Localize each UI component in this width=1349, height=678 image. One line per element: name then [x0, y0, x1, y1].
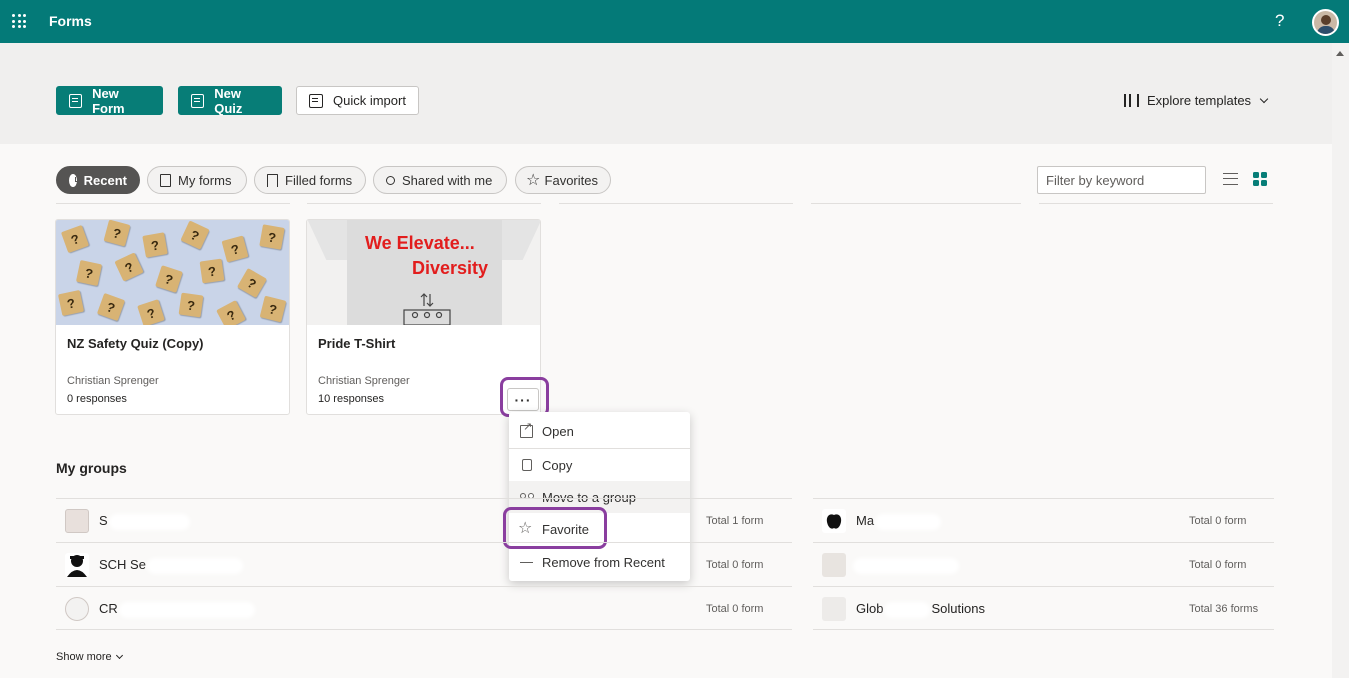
hero-bar: New Form New Quiz Quick import Explore t…	[0, 43, 1332, 144]
group-name: Glob Solutions	[856, 601, 985, 616]
show-more-button[interactable]: Show more	[56, 651, 123, 663]
group-row[interactable]: SCH Se Total 0 form	[56, 542, 792, 586]
group-avatar	[822, 509, 846, 533]
group-name: CR	[99, 601, 252, 616]
more-options-button[interactable]: ···	[507, 388, 539, 411]
group-total: Total 0 form	[706, 603, 764, 615]
group-total: Total 0 form	[706, 559, 764, 571]
tab-shared-with-me[interactable]: Shared with me	[373, 166, 507, 194]
group-name: SCH Se	[99, 557, 240, 572]
divider	[811, 203, 1021, 204]
bookmark-icon	[267, 173, 278, 187]
group-name	[856, 557, 956, 572]
card-owner: Christian Sprenger	[67, 375, 159, 387]
group-row[interactable]: S Total 1 form	[56, 498, 792, 542]
group-total: Total 0 form	[1189, 515, 1247, 527]
shirt-text-line: We Elevate...	[365, 233, 475, 253]
card-responses: 10 responses	[318, 393, 385, 405]
grid-view-icon[interactable]	[1253, 172, 1267, 186]
shirt-text-line: Diversity	[412, 258, 489, 278]
group-total: Total 0 form	[1189, 559, 1247, 571]
card-thumbnail: We Elevate... Diversity	[307, 220, 540, 325]
group-avatar	[65, 553, 89, 577]
chevron-down-icon	[115, 651, 123, 660]
quiz-icon	[191, 93, 205, 108]
group-name: S	[99, 513, 187, 528]
list-view-icon[interactable]	[1223, 173, 1238, 185]
tab-my-forms[interactable]: My forms	[147, 166, 247, 194]
divider	[1039, 203, 1273, 204]
app-launcher-icon[interactable]	[12, 14, 26, 28]
clock-icon	[69, 173, 79, 187]
group-avatar	[65, 597, 89, 621]
team-icon	[403, 293, 451, 325]
copy-icon	[522, 459, 532, 471]
tab-favorites[interactable]: Favorites	[515, 166, 611, 194]
form-card[interactable]: We Elevate... Diversity Pride T-Shirt Ch…	[306, 219, 541, 415]
card-title: Pride T-Shirt	[318, 336, 396, 351]
quick-import-button[interactable]: Quick import	[296, 86, 419, 115]
form-card[interactable]: ? ? ? ? ? ? ? ? ? ? ? ? ? ? ? ? ? NZ Saf…	[55, 219, 290, 415]
group-avatar	[822, 553, 846, 577]
tab-recent[interactable]: Recent	[56, 166, 140, 194]
card-title: NZ Safety Quiz (Copy)	[67, 336, 204, 351]
my-groups-title: My groups	[56, 460, 127, 476]
new-quiz-button[interactable]: New Quiz	[178, 86, 282, 116]
divider	[559, 203, 793, 204]
top-bar: Forms ?	[0, 0, 1349, 43]
card-responses: 0 responses	[67, 393, 127, 405]
menu-item-open[interactable]: Open	[509, 415, 690, 447]
tab-filled-forms[interactable]: Filled forms	[254, 166, 366, 194]
scrollbar[interactable]	[1332, 43, 1349, 678]
group-total: Total 36 forms	[1189, 603, 1259, 615]
group-avatar	[822, 597, 846, 621]
app-title[interactable]: Forms	[49, 13, 92, 29]
card-owner: Christian Sprenger	[318, 375, 410, 387]
menu-item-copy[interactable]: Copy	[509, 449, 690, 481]
group-name: Ma	[856, 513, 939, 528]
document-icon	[160, 173, 171, 187]
star-icon	[526, 170, 540, 190]
divider	[307, 203, 541, 204]
explore-templates-button[interactable]: Explore templates	[1124, 93, 1269, 108]
group-row[interactable]: Ma Total 0 form	[813, 498, 1274, 542]
filter-input[interactable]	[1037, 166, 1206, 194]
library-icon	[1124, 94, 1139, 107]
group-total: Total 1 form	[706, 515, 764, 527]
group-row[interactable]: CR Total 0 form	[56, 586, 792, 630]
group-row[interactable]: Total 0 form	[813, 542, 1274, 586]
scroll-up-icon[interactable]	[1336, 51, 1344, 56]
new-form-button[interactable]: New Form	[56, 86, 163, 116]
group-row[interactable]: Glob Solutions Total 36 forms	[813, 586, 1274, 630]
form-icon	[69, 93, 83, 108]
people-icon	[386, 175, 395, 185]
help-icon[interactable]: ?	[1275, 11, 1284, 31]
open-in-new-icon	[520, 420, 533, 438]
import-icon	[309, 93, 323, 108]
chevron-down-icon	[1259, 94, 1269, 104]
card-thumbnail: ? ? ? ? ? ? ? ? ? ? ? ? ? ? ? ? ?	[56, 220, 289, 325]
avatar[interactable]	[1312, 9, 1339, 36]
divider	[56, 203, 290, 204]
group-avatar	[65, 509, 89, 533]
